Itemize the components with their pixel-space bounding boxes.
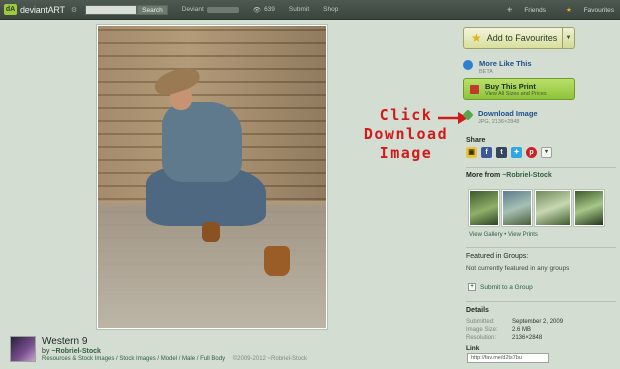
more-from-thumbnails (469, 190, 607, 226)
deviant-label: Deviant (181, 6, 204, 13)
deviation-image[interactable] (98, 26, 326, 328)
annotation-line-3: Image (379, 144, 433, 162)
friends-label: Friends (524, 7, 546, 14)
by-prefix: by (42, 348, 50, 355)
thumbnail[interactable] (535, 190, 571, 226)
deviant-menu[interactable]: Deviant (182, 6, 239, 13)
star-icon: ★ (566, 7, 572, 14)
twitter-icon[interactable]: ✦ (511, 147, 522, 158)
favourites-label: Favourites (583, 7, 614, 14)
share-title: Share (466, 137, 486, 144)
details-row: Image Size: 2.6 MB (466, 327, 616, 335)
details-value: 2.6 MB (512, 327, 532, 333)
deviation-image-frame[interactable] (96, 24, 328, 330)
link-separator: • (504, 232, 507, 238)
share-folder-icon[interactable]: ▣ (466, 147, 477, 158)
left-boot (202, 222, 220, 242)
more-like-this-icon (463, 60, 473, 70)
gallery-links: View Gallery • View Prints (469, 232, 538, 238)
search-button[interactable]: Search (137, 4, 168, 15)
deviation-title: Western 9 (42, 336, 88, 347)
view-gallery-link[interactable]: View Gallery (469, 232, 503, 238)
download-icon (462, 109, 474, 121)
beta-label: BETA (479, 69, 493, 75)
annotation-line-2: Download (363, 125, 449, 143)
thumbnail[interactable] (502, 190, 532, 226)
star-icon: ★ (471, 31, 482, 45)
thumbnail[interactable] (469, 190, 499, 226)
eye-icon: 👁 (252, 6, 262, 14)
submit-to-group-link[interactable]: + Submit to a Group (468, 283, 533, 291)
author-avatar[interactable] (10, 336, 36, 362)
add-to-favourites-label: Add to Favourites (486, 33, 558, 43)
submit-to-group-label: Submit to a Group (480, 283, 533, 291)
favourites-dropdown-button[interactable]: ▼ (563, 27, 575, 49)
friends-link[interactable]: ⁜ Friends (497, 6, 546, 14)
buy-print-button[interactable]: Buy This Print View All Sizes and Prices (463, 78, 575, 100)
print-icon (470, 84, 479, 94)
details-table: Submitted: September 2, 2009 Image Size:… (466, 319, 616, 343)
facebook-icon[interactable]: f (481, 147, 492, 158)
plus-icon: + (468, 283, 476, 291)
logo-badge-icon: dA (4, 4, 17, 15)
author-link[interactable]: ~Robriel-Stock (51, 348, 101, 355)
add-to-favourites-button[interactable]: ★ Add to Favourites (463, 27, 563, 49)
separator-dot-icon: ⚙ (70, 6, 78, 14)
favourites-link[interactable]: ★ Favourites (556, 6, 614, 14)
more-from-user-link[interactable]: ~Robriel-Stock (502, 172, 552, 179)
logo-text: deviantART (20, 4, 65, 15)
divider (466, 167, 616, 168)
divider (466, 301, 616, 302)
divider (466, 247, 616, 248)
username-blurred (206, 6, 239, 13)
tumblr-icon[interactable]: t (496, 147, 507, 158)
details-value: 2136×2848 (512, 335, 543, 341)
category-breadcrumb: Resources & Stock Images / Stock Images … (42, 356, 307, 362)
deviantart-logo[interactable]: dA deviantART (4, 4, 65, 15)
featured-status-text: Not currently featured in any groups (466, 265, 570, 272)
link-label: Link (466, 345, 480, 352)
shop-link[interactable]: Shop (323, 6, 338, 13)
more-like-this-link[interactable]: More Like This BETA (463, 59, 532, 75)
more-from-heading: More from ~Robriel-Stock (466, 172, 552, 179)
right-boot (264, 246, 290, 276)
top-navigation-bar: dA deviantART ⚙ Search Deviant 👁 639 Sub… (0, 0, 620, 20)
thumbnail[interactable] (574, 190, 604, 226)
details-row: Submitted: September 2, 2009 (466, 319, 616, 327)
share-more-dropdown-icon[interactable]: ▾ (541, 147, 552, 158)
details-key: Submitted: (466, 319, 495, 325)
friends-icon: ⁜ (507, 7, 513, 14)
download-image-label: Download Image (478, 109, 538, 118)
buy-print-label: Buy This Print (485, 81, 536, 91)
share-link-field[interactable]: http://fav.me/d2ts7bu (467, 353, 549, 363)
featured-in-groups-title: Featured in Groups: (466, 253, 529, 260)
submit-link[interactable]: Submit (289, 6, 309, 13)
deviation-info: Western 9 by ~Robriel-Stock Resources & … (10, 336, 330, 366)
download-image-link[interactable]: Download Image JPG, 2136×2848 (462, 109, 538, 125)
by-line: by ~Robriel-Stock (42, 348, 101, 355)
download-image-size: JPG, 2136×2848 (478, 119, 520, 125)
details-key: Image Size: (466, 327, 498, 333)
share-buttons: ▣ f t ✦ p ▾ (466, 147, 556, 158)
add-to-favourites-group: ★ Add to Favourites ▼ (463, 27, 575, 49)
views-count: 639 (264, 6, 275, 13)
more-like-this-label: More Like This (479, 59, 532, 68)
copyright-text: ©2009-2012 ~Robriel-Stock (232, 356, 308, 362)
search-input[interactable] (85, 4, 138, 15)
details-value: September 2, 2009 (512, 319, 564, 325)
man-denim-jacket (162, 102, 242, 182)
more-from-label: More from (466, 172, 501, 179)
category-path[interactable]: Resources & Stock Images / Stock Images … (42, 356, 225, 362)
pinterest-icon[interactable]: p (526, 147, 537, 158)
view-prints-link[interactable]: View Prints (508, 232, 538, 238)
buy-print-sublabel: View All Sizes and Prices (485, 90, 547, 97)
details-row: Resolution: 2136×2848 (466, 335, 616, 343)
details-key: Resolution: (466, 335, 497, 341)
details-title: Details (466, 307, 489, 314)
views-counter[interactable]: 👁 639 (253, 6, 275, 14)
